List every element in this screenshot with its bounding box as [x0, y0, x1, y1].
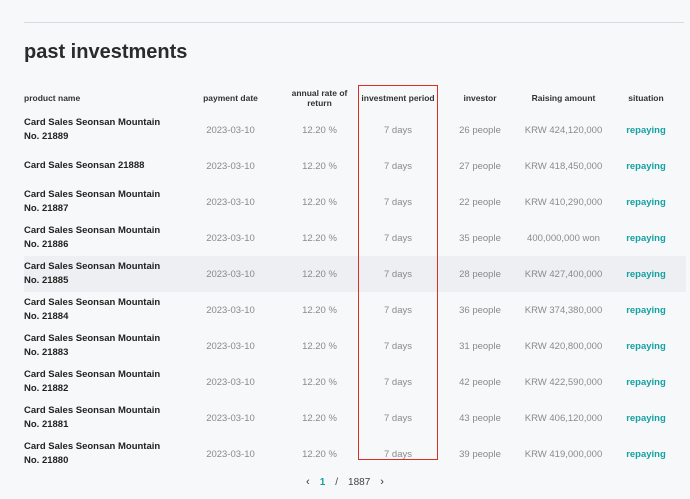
annual-rate-cell: 12.20 %	[302, 232, 337, 244]
payment-date-cell: 2023-03-10	[206, 340, 255, 352]
status-cell: repaying	[626, 124, 666, 136]
status-cell: repaying	[626, 304, 666, 316]
raising-amount-cell: KRW 374,380,000	[524, 304, 603, 316]
investor-count-cell: 35 people	[459, 232, 501, 244]
status-cell: repaying	[626, 232, 666, 244]
investor-count-cell: 43 people	[459, 412, 501, 424]
raising-amount-cell: KRW 427,400,000	[521, 256, 606, 292]
product-name-cell[interactable]: Card Sales Seonsan Mountain No. 21886	[24, 220, 179, 256]
investment-period-cell: 7 days	[384, 376, 412, 388]
annual-rate-cell: 12.20 %	[302, 412, 337, 424]
header-situation: situation	[628, 93, 664, 103]
investor-count-cell: 36 people	[459, 304, 501, 316]
investor-count-cell: 27 people	[459, 160, 501, 172]
annual-rate-cell: 12.20 %	[302, 340, 337, 352]
page-separator: /	[335, 476, 339, 488]
annual-rate-cell: 12.20 %	[302, 124, 337, 136]
annual-rate-cell: 12.20 %	[282, 256, 357, 292]
raising-amount-cell: KRW 419,000,000	[524, 448, 603, 460]
investment-period-cell: 7 days	[384, 340, 412, 352]
top-divider	[24, 22, 684, 23]
investor-count-cell: 31 people	[459, 340, 501, 352]
table-row[interactable]: Card Sales Seonsan Mountain No. 21885 202…	[24, 256, 686, 292]
investment-period-cell: 7 days	[384, 196, 412, 208]
table-row[interactable]: Card Sales Seonsan Mountain No. 21889 202…	[24, 112, 686, 148]
payment-date-cell: 2023-03-10	[206, 196, 255, 208]
payment-date-cell: 2023-03-10	[206, 160, 255, 172]
investment-period-cell: 7 days	[384, 232, 412, 244]
annual-rate-cell: 12.20 %	[302, 304, 337, 316]
payment-date-cell: 2023-03-10	[206, 232, 255, 244]
investment-period-cell: 7 days	[384, 124, 412, 136]
table-row[interactable]: Card Sales Seonsan Mountain No. 21880 202…	[24, 436, 686, 472]
total-pages: 1887	[348, 476, 371, 488]
raising-amount-cell: KRW 410,290,000	[524, 196, 603, 208]
investments-table: product name payment date annual rate of…	[24, 84, 686, 472]
table-row[interactable]: Card Sales Seonsan Mountain No. 21887 202…	[24, 184, 686, 220]
table-header-row: product name payment date annual rate of…	[24, 84, 686, 112]
annual-rate-cell: 12.20 %	[302, 448, 337, 460]
product-name-cell[interactable]: Card Sales Seonsan Mountain No. 21885	[24, 256, 179, 292]
header-product-name: product name	[24, 93, 81, 103]
status-cell: repaying	[626, 340, 666, 352]
product-name-cell[interactable]: Card Sales Seonsan Mountain No. 21887	[24, 184, 179, 220]
investor-count-cell: 42 people	[459, 376, 501, 388]
page-title: past investments	[24, 41, 188, 63]
investor-count-cell: 39 people	[459, 448, 501, 460]
payment-date-cell: 2023-03-10	[206, 376, 255, 388]
raising-amount-cell: KRW 424,120,000	[524, 124, 603, 136]
status-cell: repaying	[626, 376, 666, 388]
product-name-cell[interactable]: Card Sales Seonsan 21888	[24, 148, 179, 184]
table-row[interactable]: Card Sales Seonsan 21888 2023-03-10 12.20 …	[24, 148, 686, 184]
investor-count-cell: 26 people	[459, 124, 501, 136]
pagination: ‹ 1 / 1887 ›	[0, 476, 690, 488]
investment-period-cell: 7 days	[357, 256, 439, 292]
current-page[interactable]: 1	[320, 477, 326, 488]
product-name-cell[interactable]: Card Sales Seonsan Mountain No. 21880	[24, 436, 179, 472]
investment-period-cell: 7 days	[384, 412, 412, 424]
raising-amount-cell: KRW 406,120,000	[524, 412, 603, 424]
status-cell: repaying	[626, 196, 666, 208]
table-row[interactable]: Card Sales Seonsan Mountain No. 21881 202…	[24, 400, 686, 436]
investor-count-cell: 28 people	[439, 256, 521, 292]
payment-date-cell: 2023-03-10	[206, 124, 255, 136]
chevron-right-icon[interactable]: ›	[380, 476, 384, 488]
payment-date-cell: 2023-03-10	[206, 448, 255, 460]
status-cell: repaying	[626, 448, 666, 460]
investment-period-cell: 7 days	[384, 304, 412, 316]
product-name-cell[interactable]: Card Sales Seonsan Mountain No. 21882	[24, 364, 179, 400]
raising-amount-cell: KRW 422,590,000	[524, 376, 603, 388]
investment-period-cell: 7 days	[384, 160, 412, 172]
payment-date-cell: 2023-03-10	[206, 304, 255, 316]
annual-rate-cell: 12.20 %	[302, 196, 337, 208]
header-investment-period: investment period	[361, 93, 435, 103]
product-name-cell[interactable]: Card Sales Seonsan Mountain No. 21884	[24, 292, 179, 328]
status-cell: repaying	[626, 412, 666, 424]
payment-date-cell: 2023-03-10	[206, 412, 255, 424]
investor-count-cell: 22 people	[459, 196, 501, 208]
product-name-cell[interactable]: Card Sales Seonsan Mountain No. 21881	[24, 400, 179, 436]
header-annual-rate: annual rate of return	[291, 88, 348, 108]
product-name-cell[interactable]: Card Sales Seonsan Mountain No. 21889	[24, 112, 179, 148]
header-raising-amount: Raising amount	[531, 93, 596, 103]
product-name-cell[interactable]: Card Sales Seonsan Mountain No. 21883	[24, 328, 179, 364]
status-cell: repaying	[606, 256, 686, 292]
raising-amount-cell: KRW 420,800,000	[524, 340, 603, 352]
table-row[interactable]: Card Sales Seonsan Mountain No. 21883 202…	[24, 328, 686, 364]
chevron-left-icon[interactable]: ‹	[306, 476, 310, 488]
payment-date-cell: 2023-03-10	[179, 256, 282, 292]
table-row[interactable]: Card Sales Seonsan Mountain No. 21884 202…	[24, 292, 686, 328]
annual-rate-cell: 12.20 %	[302, 376, 337, 388]
header-payment-date: payment date	[203, 93, 258, 103]
raising-amount-cell: KRW 418,450,000	[524, 160, 603, 172]
status-cell: repaying	[626, 160, 666, 172]
table-row[interactable]: Card Sales Seonsan Mountain No. 21882 202…	[24, 364, 686, 400]
header-investor: investor	[463, 93, 497, 103]
annual-rate-cell: 12.20 %	[302, 160, 337, 172]
investment-period-cell: 7 days	[384, 448, 412, 460]
table-row[interactable]: Card Sales Seonsan Mountain No. 21886 202…	[24, 220, 686, 256]
raising-amount-cell: 400,000,000 won	[527, 232, 600, 244]
